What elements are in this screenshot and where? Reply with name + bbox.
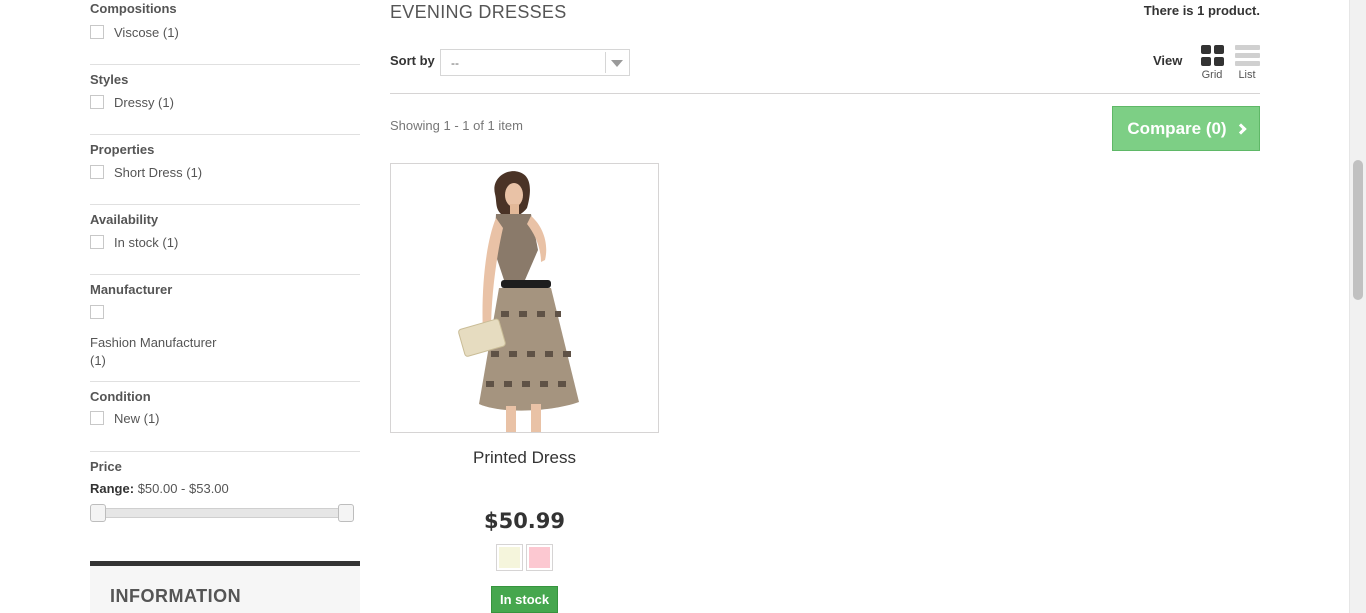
view-grid-label[interactable]: Grid — [1197, 69, 1227, 81]
sort-selected-value[interactable]: -- — [451, 56, 459, 70]
list-icon[interactable] — [1234, 45, 1260, 66]
filter-availability: Availability In stock (1) — [90, 205, 360, 275]
filter-option-label[interactable]: Dressy (1) — [114, 95, 174, 110]
view-grid-button[interactable]: Grid — [1197, 45, 1227, 81]
view-list-label[interactable]: List — [1232, 69, 1262, 81]
filter-title: Styles — [90, 72, 129, 87]
grid-icon[interactable] — [1200, 45, 1224, 66]
category-title: EVENING DRESSES — [390, 2, 567, 22]
price-range-text: Range: $50.00 - $53.00 — [90, 481, 229, 496]
filter-title: Properties — [90, 142, 155, 157]
compare-button-label[interactable]: Compare (0) — [1127, 119, 1226, 139]
sort-select[interactable]: -- — [440, 49, 630, 76]
filter-condition: Condition New (1) — [90, 382, 360, 452]
filter-option-label[interactable]: Fashion Manufacturer (1) — [90, 334, 230, 370]
filter-manufacturer: Manufacturer Fashion Manufacturer (1) — [90, 275, 360, 382]
filter-title: Availability — [90, 212, 159, 227]
filter-title: Price — [90, 459, 122, 474]
filter-option-in-stock[interactable]: In stock (1) — [90, 235, 178, 250]
sort-by-label: Sort by — [390, 53, 435, 68]
filter-price: Price Range: $50.00 - $53.00 — [90, 452, 360, 562]
product-image[interactable] — [390, 163, 659, 433]
color-swatch-beige[interactable] — [496, 544, 523, 571]
filter-option-label[interactable]: Viscose (1) — [114, 25, 179, 40]
filter-option-label[interactable]: In stock (1) — [114, 235, 178, 250]
product-card: Printed Dress $50.99 In stock — [390, 163, 659, 613]
filter-title: Condition — [90, 389, 151, 404]
checkbox[interactable] — [90, 411, 104, 425]
color-swatches — [496, 544, 553, 571]
compare-button[interactable]: Compare (0) — [1112, 106, 1260, 151]
dress-photo-illustration — [458, 171, 579, 432]
showing-count: Showing 1 - 1 of 1 item — [390, 118, 523, 133]
view-list-button[interactable]: List — [1232, 45, 1262, 81]
product-count: There is 1 product. — [1143, 3, 1260, 18]
checkbox[interactable] — [90, 25, 104, 39]
filter-option-label[interactable]: New (1) — [114, 411, 160, 426]
filter-properties: Properties Short Dress (1) — [90, 135, 360, 205]
information-title: INFORMATION — [110, 586, 242, 606]
checkbox[interactable] — [90, 305, 104, 319]
color-swatch-pink[interactable] — [526, 544, 553, 571]
filter-option-short-dress[interactable]: Short Dress (1) — [90, 165, 202, 180]
filter-styles: Styles Dressy (1) — [90, 65, 360, 135]
filter-option-dressy[interactable]: Dressy (1) — [90, 95, 174, 110]
layered-filters: Compositions Viscose (1) Styles Dressy (… — [90, 0, 360, 562]
stock-badge: In stock — [491, 586, 559, 613]
checkbox[interactable] — [90, 235, 104, 249]
view-label: View — [1153, 53, 1183, 68]
scrollbar-thumb[interactable] — [1353, 160, 1363, 300]
filter-option-fashion-manufacturer[interactable]: Fashion Manufacturer (1) — [90, 305, 230, 370]
filter-title: Manufacturer — [90, 282, 173, 297]
filter-option-label[interactable]: Short Dress (1) — [114, 165, 202, 180]
product-name[interactable]: Printed Dress — [390, 448, 659, 468]
divider — [390, 93, 1260, 94]
checkbox[interactable] — [90, 95, 104, 109]
chevron-right-icon[interactable] — [1234, 122, 1247, 135]
slider-min-handle[interactable] — [90, 504, 106, 522]
filter-compositions: Compositions Viscose (1) — [90, 0, 360, 65]
vertical-scrollbar[interactable] — [1349, 0, 1366, 613]
filter-option-new[interactable]: New (1) — [90, 411, 160, 426]
product-price: $50.99 — [483, 509, 566, 533]
filter-title: Compositions — [90, 1, 177, 16]
chevron-down-icon[interactable] — [605, 52, 627, 73]
price-range-slider[interactable] — [90, 504, 354, 522]
checkbox[interactable] — [90, 165, 104, 179]
slider-max-handle[interactable] — [338, 504, 354, 522]
information-block: INFORMATION — [90, 561, 360, 613]
filter-option-viscose[interactable]: Viscose (1) — [90, 25, 179, 40]
